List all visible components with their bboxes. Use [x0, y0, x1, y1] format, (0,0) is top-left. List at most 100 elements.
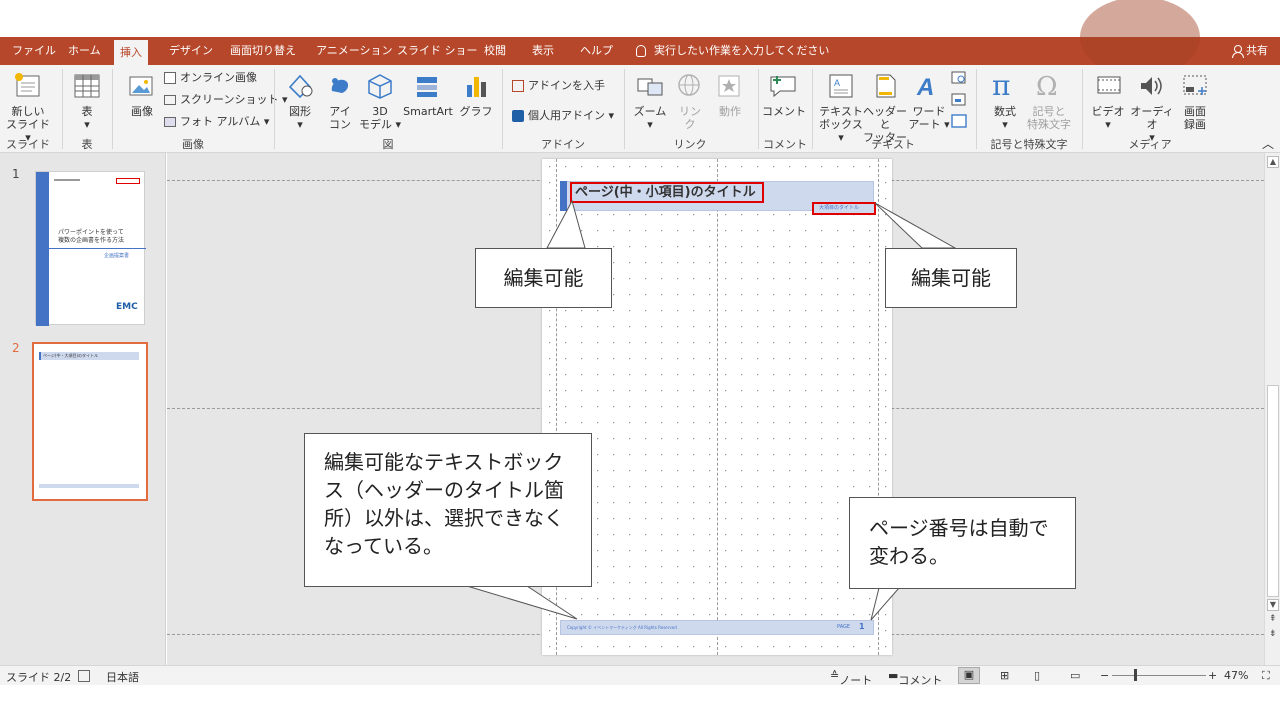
tab-view[interactable]: 表示 [526, 37, 560, 65]
tab-insert[interactable]: 挿入 [114, 40, 148, 65]
action-icon [716, 73, 744, 102]
group-label-slide: スライド [6, 138, 50, 151]
screen-recording-button[interactable]: 画面 録画 [1178, 105, 1212, 131]
normal-view-icon[interactable]: ▣ [958, 667, 980, 684]
symbol-button[interactable]: 記号と 特殊文字 [1022, 105, 1076, 131]
zoom-in-button[interactable]: + [1208, 669, 1217, 682]
slide-sorter-icon[interactable]: ⊞ [1000, 669, 1009, 682]
fit-to-window-icon[interactable]: ⛶ [1262, 669, 1270, 683]
my-addins-button[interactable]: 個人用アドイン ▾ [512, 109, 614, 123]
shapes-button[interactable]: 図形 ▾ [283, 105, 317, 131]
link-icon [676, 73, 704, 102]
tab-help[interactable]: ヘルプ [574, 37, 619, 65]
screen-recording-icon [1182, 73, 1210, 102]
language-indicator[interactable]: 日本語 [106, 669, 139, 685]
scroll-down-button[interactable]: ▼ [1267, 599, 1279, 611]
ribbon-insert: 新しい スライド ▾ スライド 表 ▾ 表 画像 オンライン画像 スクリーンショッ… [0, 65, 1280, 153]
zoom-slider-thumb[interactable] [1134, 669, 1137, 681]
share-button[interactable]: 共有 [1231, 37, 1268, 65]
link-button[interactable]: リン ク [676, 105, 704, 131]
get-addins-button[interactable]: アドインを入手 [512, 79, 605, 93]
tab-transitions[interactable]: 画面切り替え [224, 37, 302, 65]
tell-me-box[interactable]: 実行したい作業を入力してください [636, 37, 829, 65]
tab-review[interactable]: 校閲 [478, 37, 512, 65]
audio-label: オーディオ [1130, 105, 1174, 131]
table-icon [74, 73, 100, 102]
slide-thumbnail-2[interactable]: ページ(中・大項目)のタイトル [32, 342, 148, 501]
smartart-icon [414, 73, 442, 102]
action-button[interactable]: 動作 [712, 105, 748, 118]
screenshot-icon [164, 95, 176, 105]
zoom-level[interactable]: 47% [1224, 669, 1248, 682]
icons-button[interactable]: アイ コン [324, 105, 356, 131]
group-label-comments: コメント [763, 138, 807, 151]
next-slide-button[interactable]: ⇟ [1269, 629, 1277, 639]
my-addins-icon [512, 110, 524, 122]
tab-file[interactable]: ファイル [6, 37, 62, 65]
shapes-icon [287, 73, 315, 102]
screenshot-button[interactable]: スクリーンショット ▾ [164, 93, 287, 107]
3d-model-icon [366, 73, 394, 102]
reading-view-icon[interactable]: ▯ [1034, 669, 1040, 682]
textbox-icon: A [828, 73, 854, 102]
wordart-button[interactable]: ワード アート ▾ [906, 105, 952, 131]
zoom-label: ズーム [633, 105, 667, 118]
photo-album-icon [164, 117, 176, 127]
svg-text:A: A [916, 74, 934, 99]
zoom-button[interactable]: ズーム ▾ [632, 105, 668, 131]
video-button[interactable]: ビデオ ▾ [1090, 105, 1126, 131]
group-label-links: リンク [673, 138, 707, 151]
person-icon [1231, 45, 1244, 58]
tab-slideshow[interactable]: スライド ショー [391, 37, 484, 65]
equation-button[interactable]: 数式 ▾ [986, 105, 1024, 131]
previous-slide-button[interactable]: ⇞ [1269, 614, 1277, 624]
icons-icon [326, 73, 354, 102]
thumb1-small-text [54, 179, 80, 181]
picture-button[interactable]: 画像 [124, 105, 160, 118]
textbox-button[interactable]: テキスト ボックス ▾ [818, 105, 864, 144]
comments-button[interactable]: ▬ コメント [888, 669, 942, 687]
online-picture-button[interactable]: オンライン画像 [164, 71, 257, 85]
smartart-button[interactable]: SmartArt [400, 105, 456, 118]
zoom-slider-track[interactable] [1112, 675, 1206, 676]
tab-animations[interactable]: アニメーション [310, 37, 399, 65]
tab-home[interactable]: ホーム [62, 37, 107, 65]
3d-model-button[interactable]: 3D モデル ▾ [358, 105, 402, 131]
thumb-number-1: 1 [12, 167, 20, 181]
photo-album-button[interactable]: フォト アルバム ▾ [164, 115, 269, 129]
powerpoint-window: ファイル ホーム 挿入 デザイン 画面切り替え アニメーション スライド ショー… [0, 0, 1280, 720]
thumb-number-2: 2 [12, 341, 20, 355]
status-bar: スライド 2/2 日本語 ≙ ノート ▬ コメント ▣ ⊞ ▯ ▭ − + 47… [0, 665, 1280, 687]
video-icon [1096, 73, 1124, 102]
comment-icon [768, 73, 798, 102]
get-addins-label: アドインを入手 [528, 79, 605, 92]
vertical-scrollbar[interactable]: ▲ ▼ ⇞ ⇟ [1264, 153, 1280, 665]
chart-button[interactable]: グラフ [458, 105, 494, 118]
thumb1-title-line1: パワーポイントを使って [58, 229, 124, 236]
zoom-icon [636, 73, 664, 102]
table-label: 表 [81, 105, 93, 118]
scroll-thumb[interactable] [1267, 385, 1279, 597]
online-picture-label: オンライン画像 [180, 71, 257, 84]
tab-design[interactable]: デザイン [163, 37, 219, 65]
group-label-images: 画像 [182, 138, 204, 151]
zoom-out-button[interactable]: − [1100, 669, 1109, 682]
store-icon [512, 80, 524, 92]
collapse-ribbon-icon[interactable]: ︿ [1262, 137, 1274, 151]
slide-thumbnail-1[interactable]: パワーポイントを使って 複数の企画書を作る方法 企画提案書 EMC [35, 171, 146, 326]
group-label-addins: アドイン [541, 138, 585, 151]
ribbon-tab-bar: ファイル ホーム 挿入 デザイン 画面切り替え アニメーション スライド ショー… [0, 0, 1280, 77]
thumb1-title-line2: 複数の企画書を作る方法 [58, 237, 125, 244]
thumb1-red-label [116, 178, 140, 184]
table-button[interactable]: 表 ▾ [70, 105, 104, 131]
accessibility-icon[interactable] [78, 670, 90, 682]
scroll-up-button[interactable]: ▲ [1267, 156, 1279, 168]
thumb1-subtitle: 企画提案書 [104, 253, 130, 259]
notes-button[interactable]: ≙ ノート [830, 669, 872, 687]
comment-button[interactable]: コメント [762, 105, 806, 118]
shapes-label: 図形 [289, 105, 311, 118]
svg-text:π: π [992, 69, 1010, 101]
slideshow-view-icon[interactable]: ▭ [1070, 669, 1080, 682]
svg-text:Ω: Ω [1036, 72, 1058, 101]
slide-editing-area: ページ(中・小項目)のタイトル 大項目のタイトル Copyright © イベン… [167, 153, 1264, 665]
